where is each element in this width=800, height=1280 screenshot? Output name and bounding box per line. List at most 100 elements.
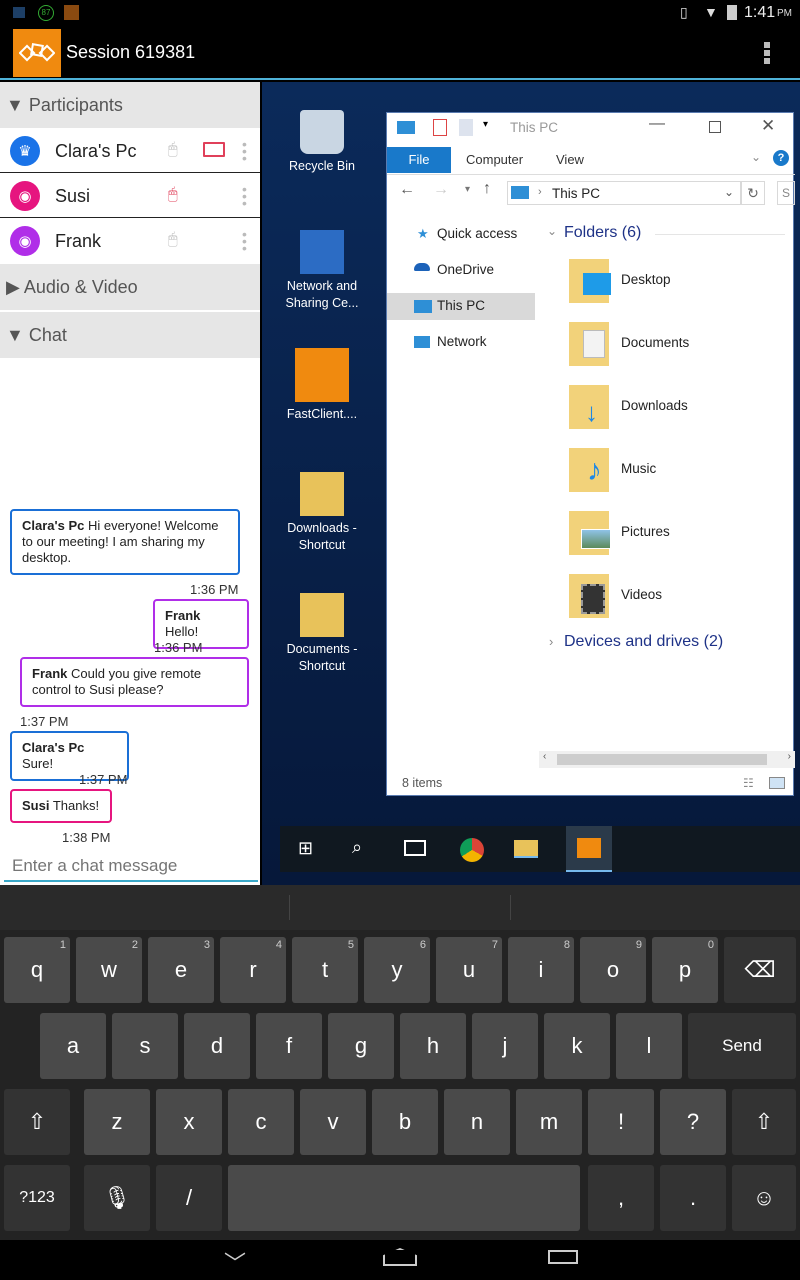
key[interactable]: i8 [508,937,574,1003]
key[interactable]: n [444,1089,510,1155]
key[interactable]: f [256,1013,322,1079]
key[interactable]: u7 [436,937,502,1003]
key[interactable]: ! [588,1089,654,1155]
tab-file[interactable]: File [387,147,451,173]
folder-pictures[interactable]: Pictures [621,524,670,539]
backspace-key[interactable]: ⌫ [724,937,796,1003]
key[interactable]: l [616,1013,682,1079]
audio-video-header[interactable]: ▶ Audio & Video [0,264,260,310]
overflow-menu-icon[interactable] [764,42,770,64]
folders-group-header[interactable]: Folders (6) [564,224,641,242]
mouse-control-icon[interactable]: 🖱 [168,141,178,159]
key[interactable]: z [84,1089,150,1155]
mouse-control-icon[interactable]: 🖱 [168,231,178,249]
file-explorer-icon[interactable] [514,840,538,858]
chrome-icon[interactable] [460,838,484,862]
key[interactable]: h [400,1013,466,1079]
chevron-down-icon[interactable]: ⌄ [547,224,557,238]
minimize-icon[interactable]: — [649,115,665,133]
devices-group-header[interactable]: Devices and drives (2) [564,633,723,651]
key[interactable]: v [300,1089,366,1155]
participants-header[interactable]: ▼ Participants [0,82,260,128]
tab-view[interactable]: View [556,152,584,167]
folder-downloads[interactable]: Downloads [621,398,688,413]
ribbon-expand-icon[interactable]: ⌄ [751,150,761,164]
mouse-control-icon[interactable]: 🖱 [168,186,178,204]
participant-menu-icon[interactable]: • • • [242,137,248,165]
details-view-icon[interactable]: ☷ [743,776,754,790]
nav-quick-access[interactable]: Quick access [437,226,517,241]
send-key[interactable]: Send [688,1013,796,1079]
key[interactable]: t5 [292,937,358,1003]
new-folder-icon[interactable] [459,119,473,136]
folder-desktop[interactable]: Desktop [621,272,671,287]
key[interactable]: e3 [148,937,214,1003]
key[interactable]: w2 [76,937,142,1003]
address-dropdown-icon[interactable]: ⌄ [724,185,734,199]
folder-videos[interactable]: Videos [621,587,662,602]
folder-music[interactable]: Music [621,461,656,476]
tab-computer[interactable]: Computer [466,152,523,167]
participant-row[interactable]: ◉ Frank 🖱 • • • [0,219,260,263]
folder-documents[interactable]: Documents [621,335,689,350]
key[interactable]: a [40,1013,106,1079]
desktop-icon-network[interactable]: Network and Sharing Ce... [280,230,364,312]
desktop-icon-fastclient[interactable]: FastClient.... [280,348,364,423]
space-key[interactable] [228,1165,580,1231]
key[interactable]: j [472,1013,538,1079]
key[interactable]: / [156,1165,222,1231]
maximize-icon[interactable] [709,121,721,133]
key[interactable]: g [328,1013,394,1079]
emoji-key[interactable]: ☺ [732,1165,796,1231]
nav-onedrive[interactable]: OneDrive [437,262,494,277]
symbols-key[interactable]: ?123 [4,1165,70,1231]
key[interactable]: b [372,1089,438,1155]
desktop-icon-recycle-bin[interactable]: Recycle Bin [280,110,364,175]
key[interactable]: ? [660,1089,726,1155]
screen-share-icon[interactable] [203,142,225,157]
search-icon[interactable]: ⌕ [352,837,362,858]
desktop-icon-downloads[interactable]: Downloads - Shortcut [280,472,364,554]
nav-this-pc[interactable]: This PC [437,298,485,313]
task-view-icon[interactable] [404,840,426,856]
desktop-icon-documents[interactable]: Documents - Shortcut [280,593,364,675]
participant-row[interactable]: ◉ Susi 🖱 • • • [0,174,260,218]
key[interactable]: , [588,1165,654,1231]
key[interactable]: s [112,1013,178,1079]
nav-network[interactable]: Network [437,334,487,349]
chat-header[interactable]: ▼ Chat [0,312,260,358]
key[interactable]: o9 [580,937,646,1003]
key[interactable]: m [516,1089,582,1155]
horizontal-scrollbar[interactable]: ‹ › [539,751,795,768]
back-nav-icon[interactable]: ﹀ [224,1246,246,1278]
chevron-right-icon[interactable]: › [549,634,553,649]
shift-key-right[interactable]: ⇧ [732,1089,796,1155]
key[interactable]: c [228,1089,294,1155]
close-icon[interactable]: ✕ [761,116,775,136]
recent-locations-icon[interactable]: ▾ [465,184,470,195]
recents-nav-icon[interactable] [548,1250,578,1264]
refresh-icon[interactable]: ↻ [741,181,765,205]
key[interactable]: p0 [652,937,718,1003]
properties-icon[interactable] [433,119,447,136]
search-box[interactable]: S [777,181,795,205]
fastclient-taskbar-icon[interactable] [566,826,612,872]
key[interactable]: x [156,1089,222,1155]
participant-menu-icon[interactable]: • • • [242,182,248,210]
chat-input[interactable] [4,852,258,882]
participant-row[interactable]: ♛ Clara's Pc 🖱 • • • [0,129,260,173]
app-logo-icon[interactable] [13,29,61,77]
large-icons-view-icon[interactable] [769,777,785,789]
key[interactable]: . [660,1165,726,1231]
forward-icon[interactable]: → [433,181,449,199]
back-icon[interactable]: ← [399,181,415,199]
key[interactable]: y6 [364,937,430,1003]
key[interactable]: r4 [220,937,286,1003]
key[interactable]: k [544,1013,610,1079]
address-bar[interactable]: › This PC ⌄ [507,181,741,205]
home-nav-icon[interactable] [383,1248,417,1266]
key[interactable]: d [184,1013,250,1079]
participant-menu-icon[interactable]: • • • [242,227,248,255]
microphone-key[interactable]: 🎙 [84,1165,150,1231]
shift-key[interactable]: ⇧ [4,1089,70,1155]
